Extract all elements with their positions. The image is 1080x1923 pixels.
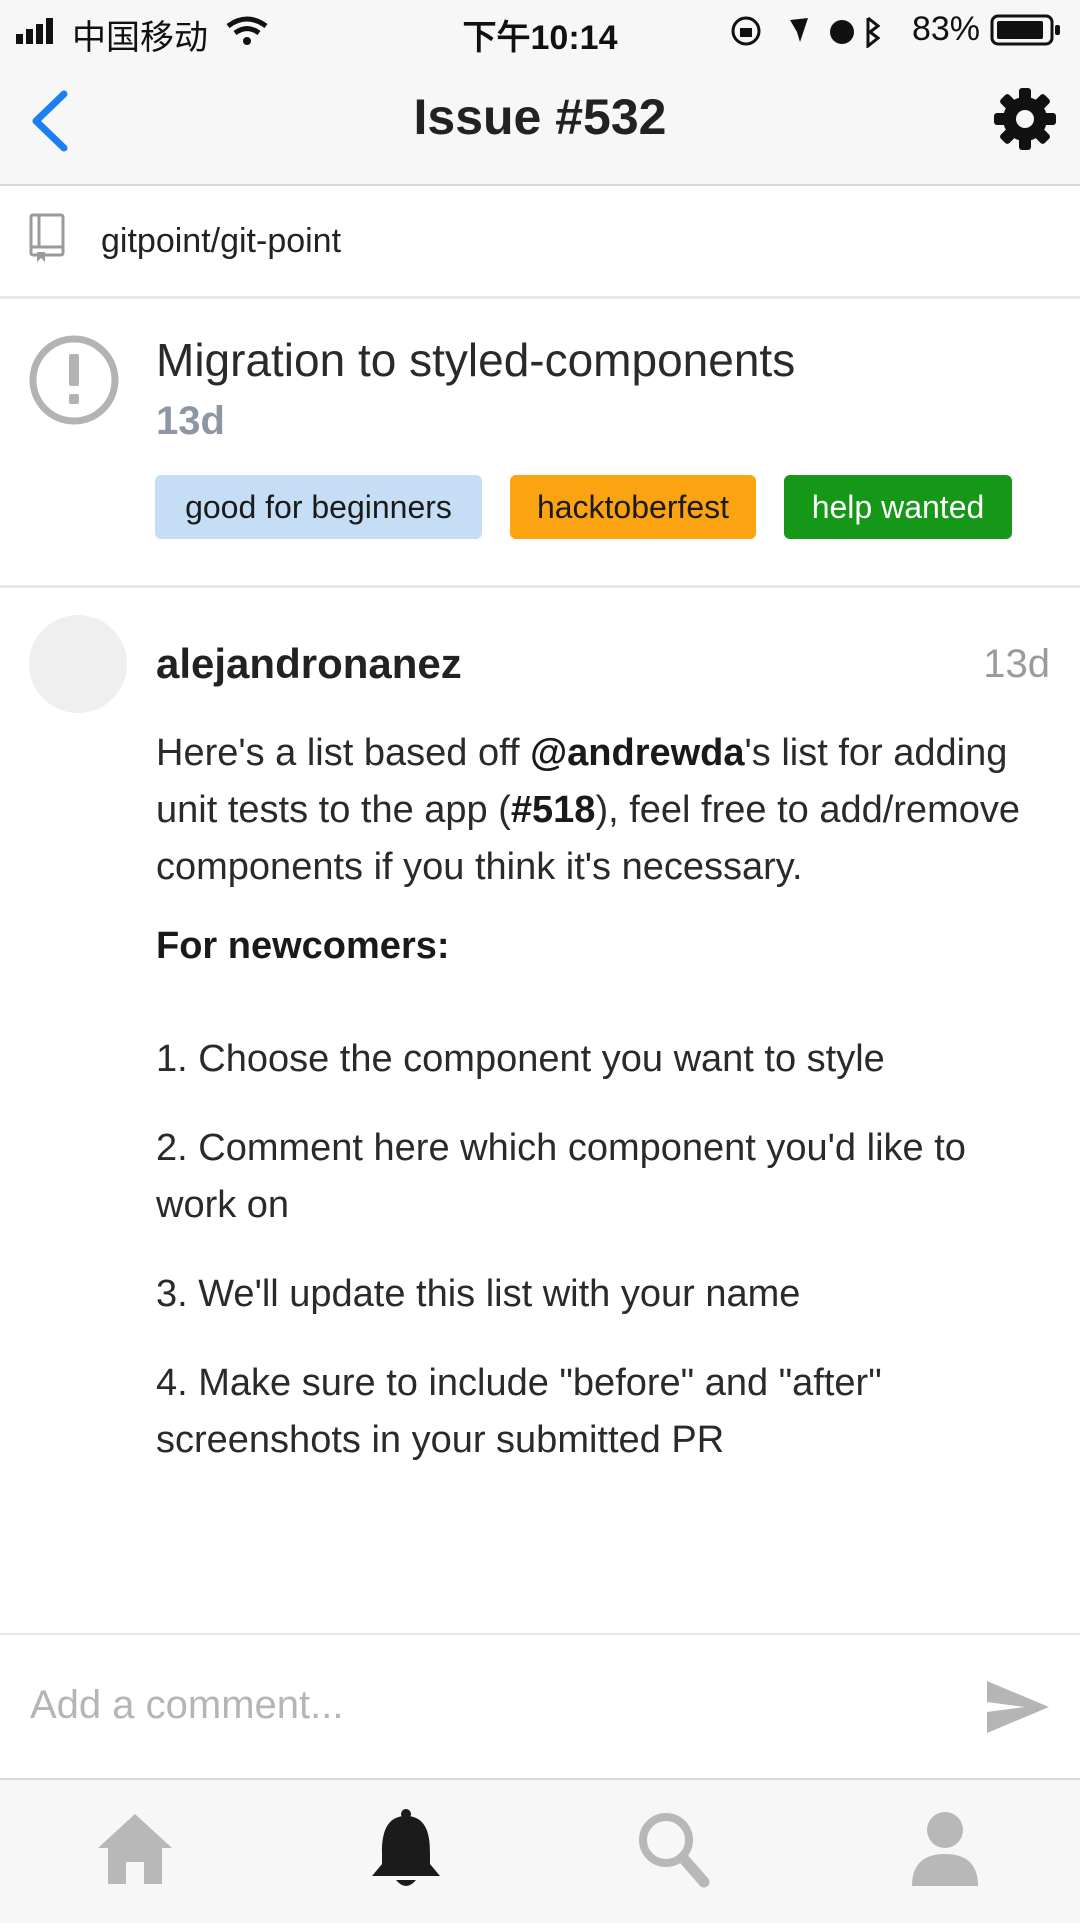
label-help-wanted[interactable]: help wanted	[784, 475, 1012, 539]
avatar[interactable]	[29, 615, 127, 713]
battery-percent: 83%	[911, 10, 980, 48]
issue-age: 13d	[156, 399, 225, 443]
gear-icon[interactable]	[992, 86, 1058, 152]
comment-intro: Here's a list based off @andrewda's list…	[156, 732, 1020, 888]
issue-reference-link[interactable]: #518	[511, 789, 596, 831]
label-hacktoberfest[interactable]: hacktoberfest	[510, 475, 756, 539]
comment-author[interactable]: alejandronanez	[156, 640, 462, 688]
battery-icon	[990, 14, 1060, 46]
repository-row[interactable]: gitpoint/git-point	[0, 186, 1080, 299]
search-icon[interactable]	[636, 1810, 710, 1888]
list-item: 1. Choose the component you want to styl…	[156, 1038, 885, 1080]
header-bar: 中国移动 下午10:14 83% Issue #532	[0, 0, 1080, 186]
issue-title: Migration to styled-components	[156, 334, 796, 386]
status-indicators-icon	[731, 16, 880, 48]
issue-header: Migration to styled-components 13d good …	[0, 299, 1080, 588]
repository-name[interactable]: gitpoint/git-point	[101, 222, 341, 261]
page-title: Issue #532	[413, 89, 667, 145]
list-item: 4. Make sure to include "before" and "af…	[156, 1362, 882, 1461]
tab-bar	[0, 1778, 1080, 1923]
send-icon[interactable]	[985, 1679, 1051, 1735]
comment-input[interactable]: Add a comment...	[30, 1683, 343, 1728]
issue-open-icon	[29, 335, 119, 425]
user-mention-link[interactable]: @andrewda	[530, 732, 744, 774]
list-item: 2. Comment here which component you'd li…	[156, 1127, 966, 1226]
label-good-for-beginners[interactable]: good for beginners	[155, 475, 482, 539]
bell-icon[interactable]	[370, 1808, 442, 1892]
profile-icon[interactable]	[910, 1810, 980, 1888]
comment-heading: For newcomers:	[156, 925, 450, 967]
comment-composer: Add a comment...	[0, 1633, 1080, 1780]
status-bar: 中国移动 下午10:14 83%	[0, 0, 1080, 60]
comment-body: Here's a list based off @andrewda's list…	[156, 725, 1056, 1469]
home-icon[interactable]	[96, 1812, 174, 1886]
repo-icon	[29, 213, 65, 262]
list-item: 3. We'll update this list with your name	[156, 1273, 801, 1315]
comment-age: 13d	[983, 642, 1050, 686]
